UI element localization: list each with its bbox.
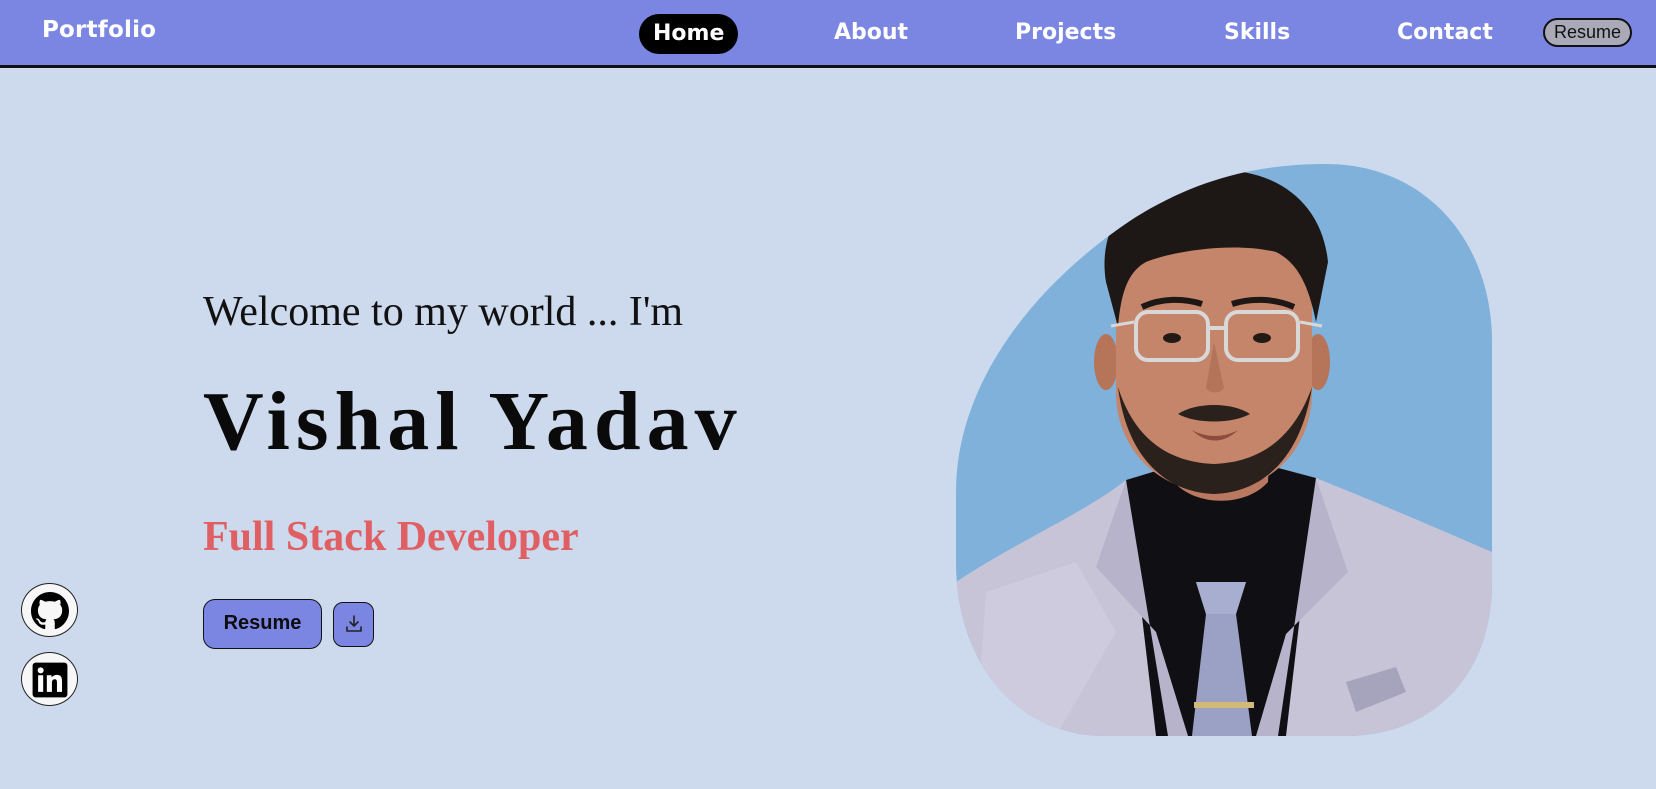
nav-link-projects[interactable]: Projects bbox=[1015, 20, 1116, 45]
download-icon bbox=[346, 615, 362, 632]
download-resume-button[interactable] bbox=[333, 602, 374, 647]
navbar: Portfolio Home About Projects Skills Con… bbox=[0, 0, 1656, 68]
nav-link-about[interactable]: About bbox=[834, 20, 908, 45]
github-icon bbox=[31, 592, 69, 630]
nav-resume-button[interactable]: Resume bbox=[1543, 18, 1632, 47]
resume-button[interactable]: Resume bbox=[203, 599, 322, 649]
nav-link-home[interactable]: Home bbox=[639, 14, 739, 54]
hero-name: Vishal Yadav bbox=[203, 375, 743, 468]
nav-link-contact[interactable]: Contact bbox=[1397, 20, 1493, 45]
linkedin-icon bbox=[32, 662, 68, 698]
linkedin-link[interactable] bbox=[21, 652, 78, 706]
nav-link-skills[interactable]: Skills bbox=[1224, 20, 1290, 45]
welcome-text: Welcome to my world ... I'm bbox=[203, 289, 684, 335]
brand-logo[interactable]: Portfolio bbox=[42, 17, 156, 43]
hero-role: Full Stack Developer bbox=[203, 514, 579, 560]
github-link[interactable] bbox=[21, 583, 78, 637]
profile-photo bbox=[956, 164, 1492, 736]
